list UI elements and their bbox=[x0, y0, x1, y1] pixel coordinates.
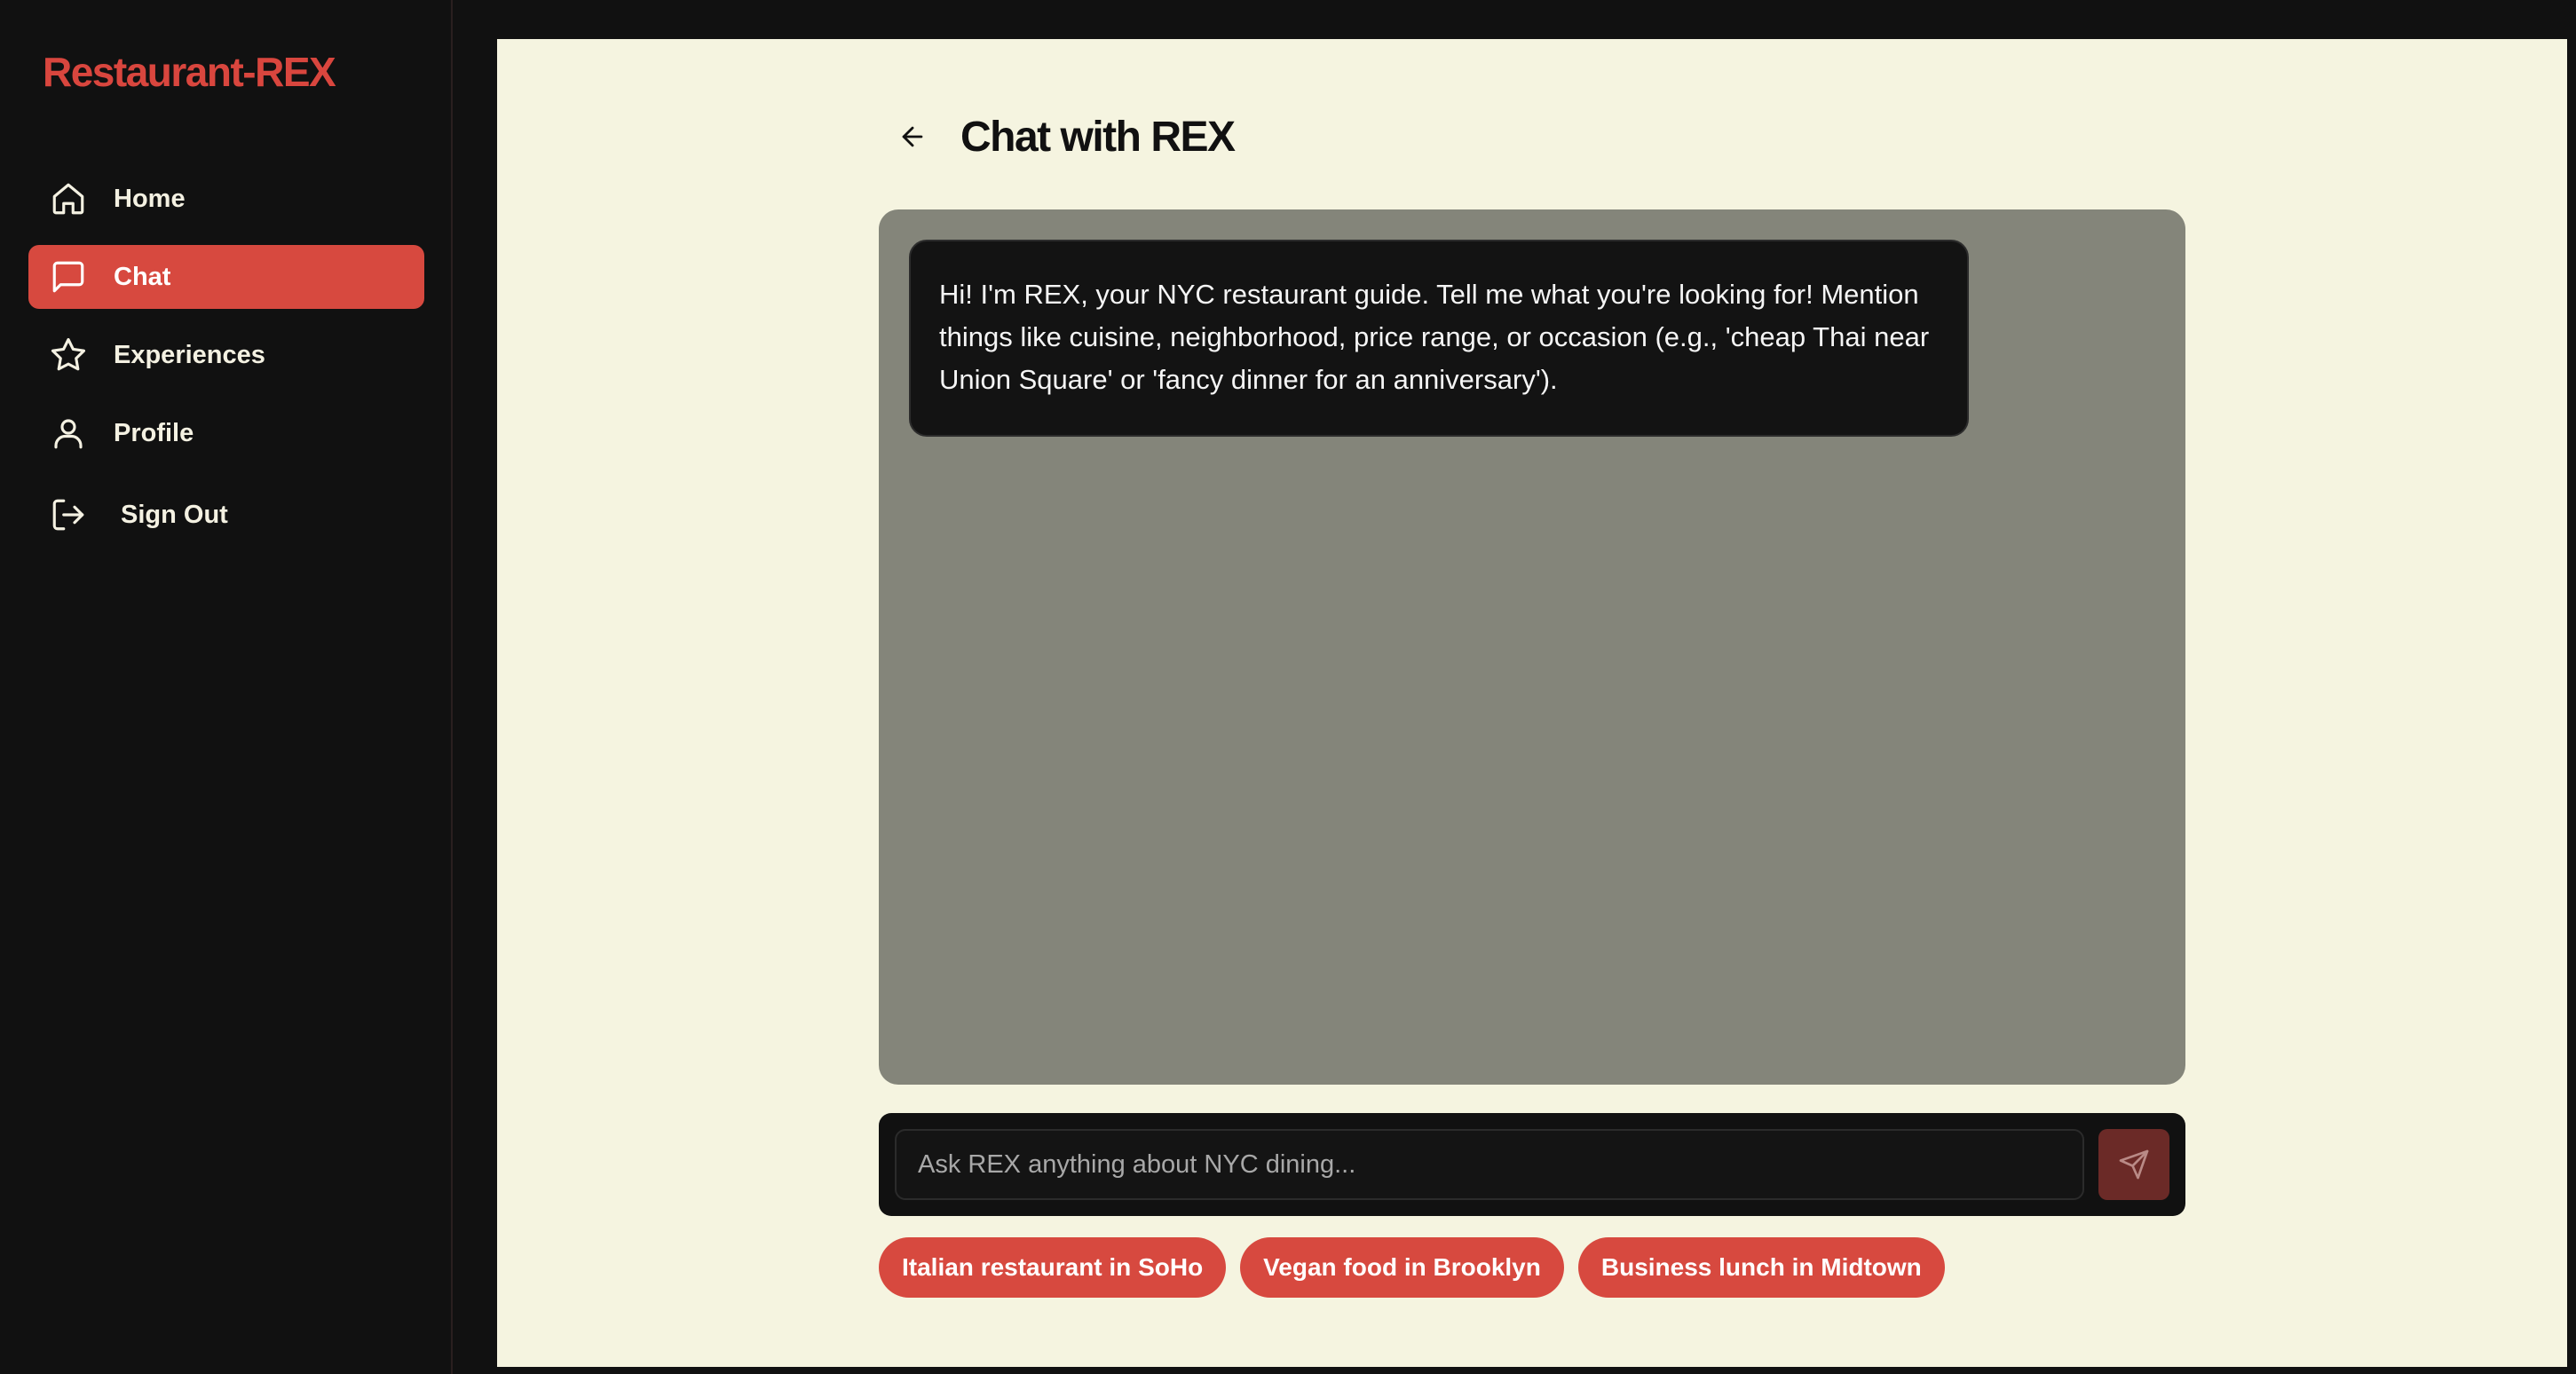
page-title: Chat with REX bbox=[960, 113, 1236, 161]
log-out-icon bbox=[50, 496, 87, 533]
suggestion-chip[interactable]: Italian restaurant in SoHo bbox=[879, 1237, 1227, 1298]
assistant-message: Hi! I'm REX, your NYC restaurant guide. … bbox=[909, 240, 1969, 437]
message-square-icon bbox=[50, 258, 87, 296]
sidebar-item-home[interactable]: Home bbox=[28, 167, 424, 231]
send-icon bbox=[2119, 1149, 2149, 1180]
user-icon bbox=[50, 415, 87, 452]
sign-out-button[interactable]: Sign Out bbox=[28, 483, 424, 547]
brand-logo[interactable]: Restaurant-REX bbox=[43, 48, 336, 96]
sidebar-item-label: Home bbox=[114, 184, 186, 213]
chat-messages-area[interactable]: Hi! I'm REX, your NYC restaurant guide. … bbox=[879, 209, 2185, 1085]
sidebar-item-label: Chat bbox=[114, 262, 171, 291]
back-button[interactable] bbox=[888, 112, 937, 162]
arrow-left-icon bbox=[902, 126, 923, 147]
send-button[interactable] bbox=[2098, 1129, 2169, 1200]
main-panel: Chat with REX Hi! I'm REX, your NYC rest… bbox=[497, 39, 2567, 1367]
sidebar-item-label: Experiences bbox=[114, 340, 265, 369]
app-root: Restaurant-REX Home Chat Experiences Pro… bbox=[0, 0, 2576, 1374]
sidebar-item-profile[interactable]: Profile bbox=[28, 401, 424, 465]
suggestion-chip[interactable]: Business lunch in Midtown bbox=[1577, 1237, 1945, 1298]
sign-out-label: Sign Out bbox=[121, 500, 228, 529]
page-header: Chat with REX bbox=[888, 103, 1236, 170]
suggestion-chips: Italian restaurant in SoHo Vegan food in… bbox=[879, 1237, 1945, 1298]
sidebar-item-experiences[interactable]: Experiences bbox=[28, 323, 424, 387]
chat-input-bar bbox=[879, 1113, 2185, 1216]
home-icon bbox=[50, 180, 87, 217]
suggestion-chip[interactable]: Vegan food in Brooklyn bbox=[1240, 1237, 1564, 1298]
sidebar: Restaurant-REX Home Chat Experiences Pro… bbox=[0, 0, 453, 1374]
chat-input[interactable] bbox=[895, 1129, 2084, 1200]
sidebar-item-chat[interactable]: Chat bbox=[28, 245, 424, 309]
sidebar-item-label: Profile bbox=[114, 418, 194, 447]
star-icon bbox=[50, 336, 87, 374]
